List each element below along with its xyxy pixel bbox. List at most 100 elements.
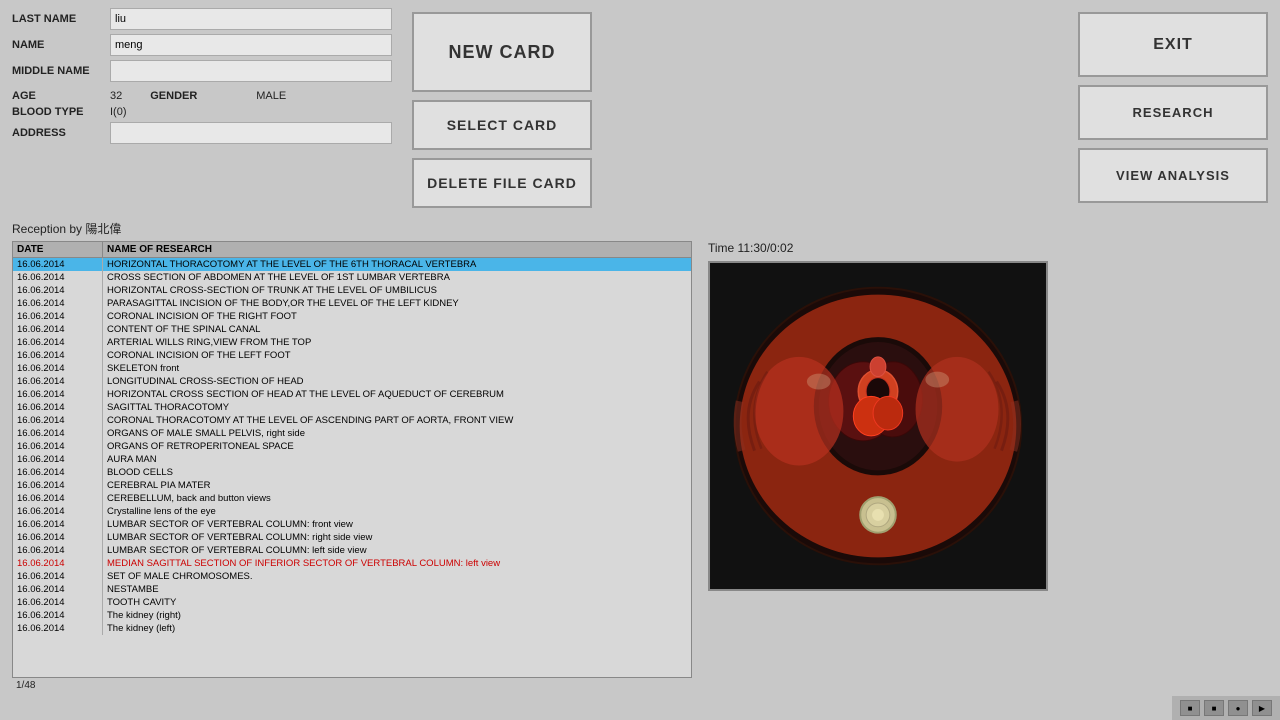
anatomy-svg	[710, 263, 1046, 589]
delete-card-button[interactable]: DELETE FILE CARD	[412, 158, 592, 208]
list-item-name: The kidney (right)	[103, 609, 691, 622]
list-item[interactable]: 16.06.2014CROSS SECTION OF ABDOMEN AT TH…	[13, 271, 691, 284]
reception-title: Reception by 陽北偉	[12, 222, 121, 236]
list-item[interactable]: 16.06.2014HORIZONTAL THORACOTOMY AT THE …	[13, 258, 691, 271]
list-item[interactable]: 16.06.2014CORONAL INCISION OF THE LEFT F…	[13, 349, 691, 362]
exit-button[interactable]: EXIT	[1078, 12, 1268, 77]
blood-type-value: I(0)	[110, 106, 127, 118]
list-item-name: LUMBAR SECTOR OF VERTEBRAL COLUMN: front…	[103, 518, 691, 531]
list-item[interactable]: 16.06.2014CEREBELLUM, back and button vi…	[13, 492, 691, 505]
list-item-date: 16.06.2014	[13, 336, 103, 349]
spacer	[612, 8, 1058, 208]
gender-label: GENDER	[150, 90, 240, 102]
list-item[interactable]: 16.06.2014CEREBRAL PIA MATER	[13, 479, 691, 492]
list-item-date: 16.06.2014	[13, 479, 103, 492]
name-label: NAME	[12, 39, 102, 51]
select-card-button[interactable]: SELECT CARD	[412, 100, 592, 150]
list-item[interactable]: 16.06.2014CONTENT OF THE SPINAL CANAL	[13, 323, 691, 336]
list-item-date: 16.06.2014	[13, 323, 103, 336]
list-item[interactable]: 16.06.2014Crystalline lens of the eye	[13, 505, 691, 518]
list-item-date: 16.06.2014	[13, 544, 103, 557]
list-item-name: HORIZONTAL THORACOTOMY AT THE LEVEL OF T…	[103, 258, 691, 271]
age-label: AGE	[12, 90, 102, 102]
taskbar-item-1[interactable]: ■	[1180, 700, 1200, 716]
list-item-name: LONGITUDINAL CROSS-SECTION OF HEAD	[103, 375, 691, 388]
list-item-name: TOOTH CAVITY	[103, 596, 691, 609]
list-item-date: 16.06.2014	[13, 531, 103, 544]
list-item-date: 16.06.2014	[13, 596, 103, 609]
list-item[interactable]: 16.06.2014BLOOD CELLS	[13, 466, 691, 479]
list-item[interactable]: 16.06.2014LUMBAR SECTOR OF VERTEBRAL COL…	[13, 531, 691, 544]
age-row: AGE 32 GENDER MALE	[12, 90, 392, 102]
taskbar-item-4[interactable]: ▶	[1252, 700, 1272, 716]
list-item[interactable]: 16.06.2014NESTAMBE	[13, 583, 691, 596]
list-item-date: 16.06.2014	[13, 310, 103, 323]
reception-section: Reception by 陽北偉	[0, 216, 1280, 241]
last-name-input[interactable]	[110, 8, 392, 30]
list-item[interactable]: 16.06.2014PARASAGITTAL INCISION OF THE B…	[13, 297, 691, 310]
list-item-name: CEREBELLUM, back and button views	[103, 492, 691, 505]
list-item-name: CORONAL INCISION OF THE RIGHT FOOT	[103, 310, 691, 323]
list-item[interactable]: 16.06.2014HORIZONTAL CROSS SECTION OF HE…	[13, 388, 691, 401]
list-item-name: CROSS SECTION OF ABDOMEN AT THE LEVEL OF…	[103, 271, 691, 284]
name-input[interactable]	[110, 34, 392, 56]
list-item[interactable]: 16.06.2014AURA MAN	[13, 453, 691, 466]
list-item-date: 16.06.2014	[13, 297, 103, 310]
taskbar-item-3[interactable]: ●	[1228, 700, 1248, 716]
patient-info-panel: LAST NAME NAME MIDDLE NAME AGE 32 GENDER…	[12, 8, 392, 208]
taskbar: ■ ■ ● ▶	[1172, 696, 1280, 720]
research-list-body[interactable]: 16.06.2014HORIZONTAL THORACOTOMY AT THE …	[12, 258, 692, 678]
list-item[interactable]: 16.06.2014ORGANS OF RETROPERITONEAL SPAC…	[13, 440, 691, 453]
list-item-date: 16.06.2014	[13, 362, 103, 375]
top-section: LAST NAME NAME MIDDLE NAME AGE 32 GENDER…	[0, 0, 1280, 216]
list-item-date: 16.06.2014	[13, 349, 103, 362]
center-buttons: NEW CARD SELECT CARD DELETE FILE CARD	[412, 8, 592, 208]
list-item[interactable]: 16.06.2014ARTERIAL WILLS RING,VIEW FROM …	[13, 336, 691, 349]
list-item-date: 16.06.2014	[13, 492, 103, 505]
list-item[interactable]: 16.06.2014LUMBAR SECTOR OF VERTEBRAL COL…	[13, 518, 691, 531]
address-input[interactable]	[110, 122, 392, 144]
list-item[interactable]: 16.06.2014The kidney (left)	[13, 622, 691, 635]
middle-name-input[interactable]	[110, 60, 392, 82]
list-item[interactable]: 16.06.2014HORIZONTAL CROSS-SECTION OF TR…	[13, 284, 691, 297]
list-item-date: 16.06.2014	[13, 557, 103, 570]
list-item-date: 16.06.2014	[13, 388, 103, 401]
list-item[interactable]: 16.06.2014SKELETON front	[13, 362, 691, 375]
list-item-name: SAGITTAL THORACOTOMY	[103, 401, 691, 414]
research-button[interactable]: RESEARCH	[1078, 85, 1268, 140]
list-item[interactable]: 16.06.2014SAGITTAL THORACOTOMY	[13, 401, 691, 414]
list-item[interactable]: 16.06.2014CORONAL INCISION OF THE RIGHT …	[13, 310, 691, 323]
list-item[interactable]: 16.06.2014CORONAL THORACOTOMY AT THE LEV…	[13, 414, 691, 427]
list-item[interactable]: 16.06.2014LONGITUDINAL CROSS-SECTION OF …	[13, 375, 691, 388]
list-item-name: LUMBAR SECTOR OF VERTEBRAL COLUMN: right…	[103, 531, 691, 544]
bottom-content: DATE NAME OF RESEARCH 16.06.2014HORIZONT…	[0, 241, 1280, 693]
list-item[interactable]: 16.06.2014The kidney (right)	[13, 609, 691, 622]
list-item-date: 16.06.2014	[13, 414, 103, 427]
address-label: ADDRESS	[12, 127, 102, 139]
list-item[interactable]: 16.06.2014ORGANS OF MALE SMALL PELVIS, r…	[13, 427, 691, 440]
list-item-date: 16.06.2014	[13, 375, 103, 388]
new-card-button[interactable]: NEW CARD	[412, 12, 592, 92]
list-item[interactable]: 16.06.2014SET OF MALE CHROMOSOMES.	[13, 570, 691, 583]
list-item-date: 16.06.2014	[13, 284, 103, 297]
list-item-name: SKELETON front	[103, 362, 691, 375]
list-item-date: 16.06.2014	[13, 609, 103, 622]
list-item-date: 16.06.2014	[13, 427, 103, 440]
last-name-row: LAST NAME	[12, 8, 392, 30]
list-item-date: 16.06.2014	[13, 570, 103, 583]
col-name-header: NAME OF RESEARCH	[103, 242, 691, 257]
list-item-date: 16.06.2014	[13, 271, 103, 284]
view-analysis-button[interactable]: VIEW ANALYSIS	[1078, 148, 1268, 203]
taskbar-item-2[interactable]: ■	[1204, 700, 1224, 716]
list-item-name: NESTAMBE	[103, 583, 691, 596]
list-item-name: BLOOD CELLS	[103, 466, 691, 479]
list-item-name: PARASAGITTAL INCISION OF THE BODY,OR THE…	[103, 297, 691, 310]
list-item-date: 16.06.2014	[13, 518, 103, 531]
list-item[interactable]: 16.06.2014MEDIAN SAGITTAL SECTION OF INF…	[13, 557, 691, 570]
list-item-name: HORIZONTAL CROSS SECTION OF HEAD AT THE …	[103, 388, 691, 401]
list-item[interactable]: 16.06.2014LUMBAR SECTOR OF VERTEBRAL COL…	[13, 544, 691, 557]
age-value: 32	[110, 90, 122, 102]
list-item-name: SET OF MALE CHROMOSOMES.	[103, 570, 691, 583]
gender-value: MALE	[256, 90, 286, 102]
list-item[interactable]: 16.06.2014TOOTH CAVITY	[13, 596, 691, 609]
